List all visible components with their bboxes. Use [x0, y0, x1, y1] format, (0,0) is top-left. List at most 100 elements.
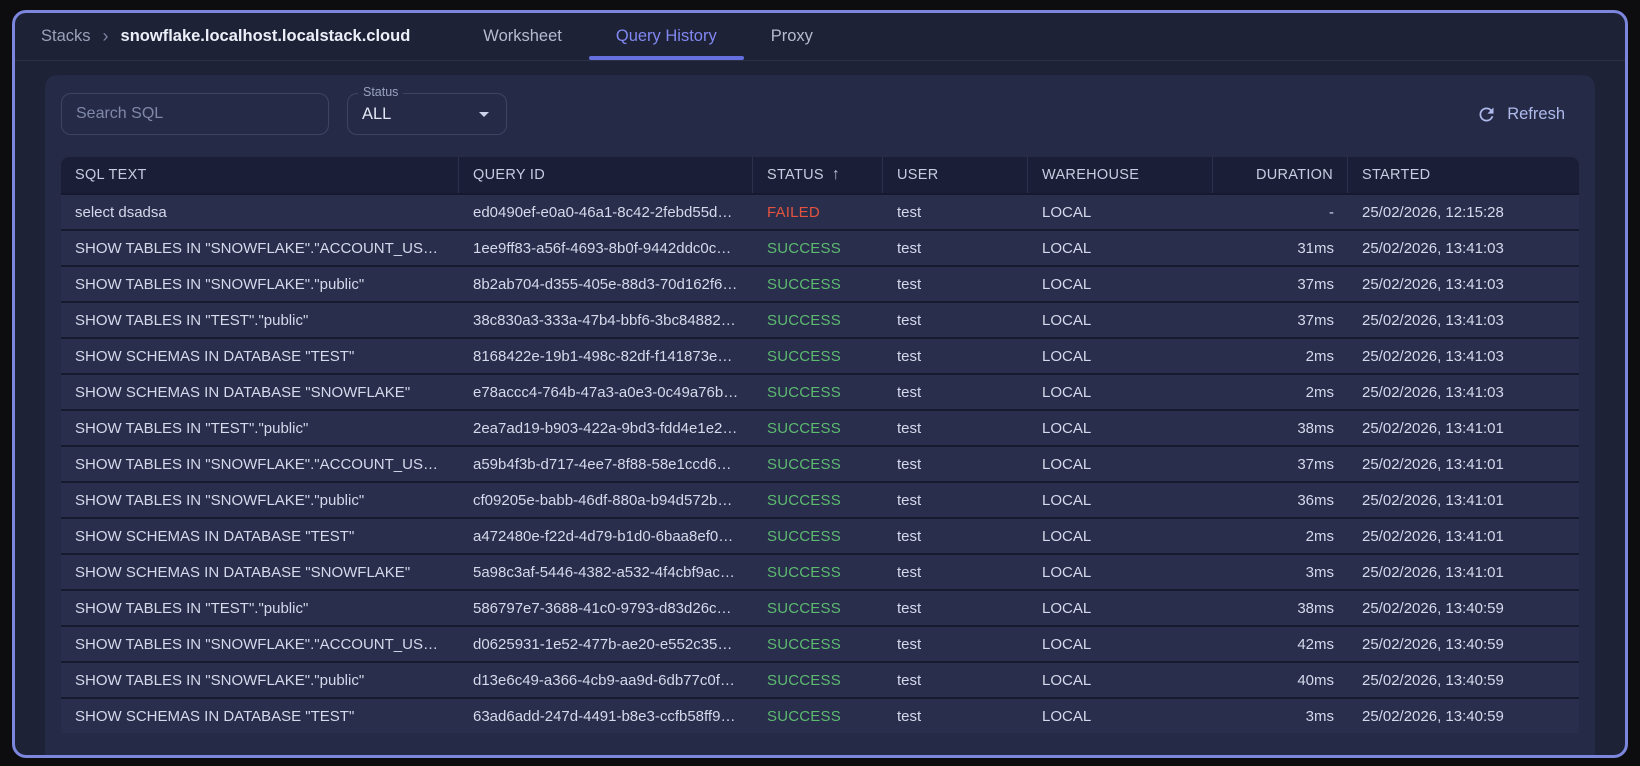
refresh-button-label: Refresh	[1507, 104, 1565, 123]
cell-status: SUCCESS	[767, 635, 841, 653]
table-row[interactable]: SHOW TABLES IN "TEST"."public" 38c830a3-3…	[61, 301, 1579, 337]
cell-sql-text: SHOW SCHEMAS IN DATABASE "TEST"	[75, 527, 355, 545]
cell-sql-text: SHOW TABLES IN "SNOWFLAKE"."ACCOUNT_USAG…	[75, 455, 459, 473]
cell-sql-text: SHOW SCHEMAS IN DATABASE "SNOWFLAKE"	[75, 383, 411, 401]
table-row[interactable]: SHOW TABLES IN "TEST"."public" 586797e7-3…	[61, 589, 1579, 625]
cell-duration: 2ms	[1305, 383, 1334, 401]
cell-user: test	[897, 707, 922, 725]
cell-started: 25/02/2026, 12:15:28	[1362, 203, 1504, 221]
cell-status: SUCCESS	[767, 419, 841, 437]
cell-sql-text: SHOW SCHEMAS IN DATABASE "TEST"	[75, 347, 355, 365]
breadcrumb-stacks-link[interactable]: Stacks	[41, 27, 91, 46]
status-filter-value: ALL	[362, 104, 392, 123]
cell-query-id: d13e6c49-a366-4cb9-aa9d-6db77c0fa8f4	[473, 671, 750, 689]
cell-status: SUCCESS	[767, 275, 841, 293]
cell-warehouse: LOCAL	[1042, 563, 1092, 581]
table-row[interactable]: SHOW SCHEMAS IN DATABASE "SNOWFLAKE" e78a…	[61, 373, 1579, 409]
cell-duration: -	[1329, 203, 1334, 221]
cell-user: test	[897, 455, 922, 473]
cell-duration: 3ms	[1305, 707, 1334, 725]
cell-user: test	[897, 383, 922, 401]
table-row[interactable]: SHOW TABLES IN "TEST"."public" 2ea7ad19-b…	[61, 409, 1579, 445]
column-header-warehouse[interactable]: WAREHOUSE	[1028, 157, 1213, 193]
cell-warehouse: LOCAL	[1042, 347, 1092, 365]
cell-status: FAILED	[767, 203, 820, 221]
cell-sql-text: SHOW TABLES IN "SNOWFLAKE"."public"	[75, 491, 365, 509]
cell-query-id: 5a98c3af-5446-4382-a532-4f4cbf9ac7a1	[473, 563, 745, 581]
cell-warehouse: LOCAL	[1042, 311, 1092, 329]
cell-user: test	[897, 203, 922, 221]
column-header-duration[interactable]: DURATION	[1213, 157, 1348, 193]
filter-toolbar: Status ALL Refresh	[61, 85, 1579, 135]
table-row[interactable]: SHOW TABLES IN "SNOWFLAKE"."ACCOUNT_USAG…	[61, 445, 1579, 481]
cell-started: 25/02/2026, 13:41:01	[1362, 455, 1504, 473]
refresh-button[interactable]: Refresh	[1468, 98, 1573, 131]
cell-query-id: a59b4f3b-d717-4ee7-8f88-58e1ccd65191	[473, 455, 750, 473]
cell-warehouse: LOCAL	[1042, 491, 1092, 509]
refresh-icon	[1479, 107, 1494, 121]
table-row[interactable]: SHOW SCHEMAS IN DATABASE "TEST" a472480e-…	[61, 517, 1579, 553]
cell-started: 25/02/2026, 13:40:59	[1362, 599, 1504, 617]
cell-query-id: d0625931-1e52-477b-ae20-e552c357e28a	[473, 635, 753, 653]
status-filter-label: Status	[358, 85, 404, 99]
cell-duration: 2ms	[1305, 347, 1334, 365]
column-header-user[interactable]: USER	[883, 157, 1028, 193]
cell-started: 25/02/2026, 13:41:01	[1362, 527, 1504, 545]
cell-warehouse: LOCAL	[1042, 275, 1092, 293]
column-header-started[interactable]: STARTED	[1348, 157, 1579, 193]
cell-status: SUCCESS	[767, 311, 841, 329]
cell-user: test	[897, 635, 922, 653]
tab-worksheet[interactable]: Worksheet	[456, 13, 589, 60]
cell-started: 25/02/2026, 13:41:03	[1362, 347, 1504, 365]
cell-started: 25/02/2026, 13:41:03	[1362, 239, 1504, 257]
tab-query-history[interactable]: Query History	[588, 13, 744, 60]
breadcrumb: Stacks › snowflake.localhost.localstack.…	[41, 26, 410, 47]
table-row[interactable]: select dsadsa ed0490ef-e0a0-46a1-8c42-2fe…	[61, 193, 1579, 229]
cell-query-id: 8168422e-19b1-498c-82df-f141873e85df	[473, 347, 747, 365]
cell-user: test	[897, 347, 922, 365]
table-header-row: SQL TEXT QUERY ID STATUS ↑ USER WAREHOUS…	[61, 157, 1579, 193]
table-row[interactable]: SHOW TABLES IN "SNOWFLAKE"."public" cf092…	[61, 481, 1579, 517]
cell-status: SUCCESS	[767, 491, 841, 509]
cell-started: 25/02/2026, 13:40:59	[1362, 671, 1504, 689]
tab-proxy[interactable]: Proxy	[744, 13, 840, 60]
cell-started: 25/02/2026, 13:41:03	[1362, 311, 1504, 329]
cell-warehouse: LOCAL	[1042, 671, 1092, 689]
column-header-status[interactable]: STATUS ↑	[753, 157, 883, 193]
cell-warehouse: LOCAL	[1042, 707, 1092, 725]
search-input[interactable]	[61, 93, 329, 135]
cell-status: SUCCESS	[767, 707, 841, 725]
cell-user: test	[897, 419, 922, 437]
cell-status: SUCCESS	[767, 455, 841, 473]
cell-query-id: 1ee9ff83-a56f-4693-8b0f-9442ddc0c862	[473, 239, 742, 257]
breadcrumb-current-stack: snowflake.localhost.localstack.cloud	[120, 27, 411, 45]
table-row[interactable]: SHOW SCHEMAS IN DATABASE "SNOWFLAKE" 5a98…	[61, 553, 1579, 589]
cell-status: SUCCESS	[767, 599, 841, 617]
column-header-sql-text[interactable]: SQL TEXT	[61, 157, 459, 193]
cell-duration: 38ms	[1297, 599, 1334, 617]
chevron-down-icon	[479, 112, 489, 117]
cell-duration: 40ms	[1297, 671, 1334, 689]
table-row[interactable]: SHOW TABLES IN "SNOWFLAKE"."ACCOUNT_USAG…	[61, 625, 1579, 661]
cell-status: SUCCESS	[767, 527, 841, 545]
cell-duration: 37ms	[1297, 455, 1334, 473]
cell-warehouse: LOCAL	[1042, 239, 1092, 257]
tab-bar: Worksheet Query History Proxy	[456, 13, 840, 60]
table-row[interactable]: SHOW TABLES IN "SNOWFLAKE"."public" d13e6…	[61, 661, 1579, 697]
table-row[interactable]: SHOW TABLES IN "SNOWFLAKE"."ACCOUNT_USAG…	[61, 229, 1579, 265]
cell-warehouse: LOCAL	[1042, 419, 1092, 437]
cell-started: 25/02/2026, 13:41:01	[1362, 419, 1504, 437]
cell-sql-text: SHOW TABLES IN "SNOWFLAKE"."ACCOUNT_USAG…	[75, 239, 459, 257]
cell-query-id: 586797e7-3688-41c0-9793-d83d26c4b4ef	[473, 599, 753, 617]
cell-user: test	[897, 275, 922, 293]
sort-ascending-icon: ↑	[831, 166, 841, 183]
cell-user: test	[897, 527, 922, 545]
table-row[interactable]: SHOW SCHEMAS IN DATABASE "TEST" 8168422e-…	[61, 337, 1579, 373]
cell-duration: 31ms	[1297, 239, 1334, 257]
table-row[interactable]: SHOW TABLES IN "SNOWFLAKE"."public" 8b2ab…	[61, 265, 1579, 301]
table-row[interactable]: SHOW SCHEMAS IN DATABASE "TEST" 63ad6add-…	[61, 697, 1579, 733]
cell-warehouse: LOCAL	[1042, 635, 1092, 653]
status-filter-select[interactable]: Status ALL	[347, 85, 507, 135]
column-header-query-id[interactable]: QUERY ID	[459, 157, 753, 193]
cell-duration: 2ms	[1305, 527, 1334, 545]
